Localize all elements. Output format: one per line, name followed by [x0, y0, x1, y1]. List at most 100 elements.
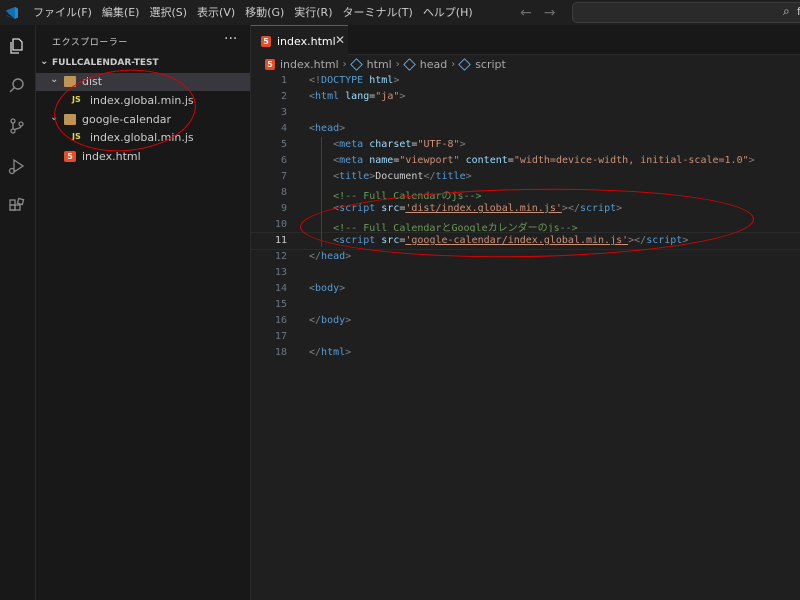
html-file-icon: 5	[64, 151, 76, 162]
chevron-right-icon: ›	[395, 58, 400, 70]
tree-item-label: index.global.min.js	[90, 131, 194, 144]
menu-go[interactable]: 移動(G)	[240, 0, 289, 25]
tree-item-google-calendar-js[interactable]: JS index.global.min.js	[36, 129, 250, 147]
menu-edit[interactable]: 編集(E)	[97, 0, 145, 25]
tree-item-dist-js[interactable]: JS index.global.min.js	[36, 92, 250, 110]
close-icon[interactable]: ✕	[335, 33, 345, 47]
line-number: 2	[280, 91, 287, 102]
line-number: 15	[274, 299, 287, 310]
line-number: 6	[280, 155, 287, 166]
code-line: 12 </head>	[251, 249, 800, 265]
breadcrumb-item-script[interactable]: script	[458, 57, 506, 71]
code-line: 13	[251, 265, 800, 281]
code-text: <html lang="ja">	[309, 91, 406, 102]
breadcrumb-item-file[interactable]: 5 index.html ›	[265, 58, 351, 71]
tree-item-label: dist	[82, 75, 103, 88]
tree-item-label: google-calendar	[82, 113, 172, 126]
code-line: 10 <!-- Full CalendarとGoogleカレンダーのjs-->	[251, 217, 800, 234]
menu-run[interactable]: 実行(R)	[289, 0, 337, 25]
breadcrumb-label: script	[475, 57, 506, 71]
html-file-icon: 5	[265, 58, 275, 70]
line-number: 12	[274, 251, 287, 262]
activity-bar	[0, 25, 36, 600]
source-control-icon[interactable]	[5, 114, 29, 138]
line-number: 17	[274, 331, 287, 342]
chevron-down-icon: ⌄	[50, 112, 59, 123]
menu-terminal[interactable]: ターミナル(T)	[338, 0, 418, 25]
menu-file[interactable]: ファイル(F)	[28, 0, 97, 25]
tree-item-google-calendar[interactable]: ⌄ google-calendar	[36, 111, 250, 129]
element-cube-icon	[349, 57, 363, 71]
code-line: 7 <title>Document</title>	[251, 169, 800, 185]
editor-tab-bar: 5 index.html ✕	[251, 25, 800, 56]
tree-item-label: index.html	[82, 150, 141, 163]
line-number: 13	[274, 267, 287, 278]
forward-arrow-icon[interactable]: →	[544, 5, 556, 21]
code-text: </head>	[309, 251, 352, 262]
line-number: 14	[274, 283, 287, 294]
code-text: </html>	[309, 347, 352, 358]
title-bar: ファイル(F) 編集(E) 選択(S) 表示(V) 移動(G) 実行(R) ター…	[0, 0, 800, 25]
line-number: 1	[280, 75, 287, 86]
code-line: 3	[251, 105, 800, 121]
code-text: <!DOCTYPE html>	[309, 75, 400, 86]
code-line: 18 </html>	[251, 345, 800, 361]
files-icon[interactable]	[5, 34, 29, 58]
menu-view[interactable]: 表示(V)	[192, 0, 240, 25]
line-number: 9	[280, 203, 287, 214]
code-text: <script src='dist/index.global.min.js'><…	[333, 203, 623, 214]
line-number: 10	[274, 219, 287, 230]
breadcrumb-item-html[interactable]: html ›	[349, 57, 404, 71]
line-number: 5	[280, 139, 287, 150]
code-text: <meta charset="UTF-8">	[333, 139, 466, 150]
workspace-folder[interactable]: ⌄ FULLCALENDAR-TEST	[36, 56, 250, 72]
breadcrumb-label: html	[366, 57, 392, 71]
js-file-icon: JS	[72, 95, 81, 104]
code-line: 1 <!DOCTYPE html>	[251, 73, 800, 89]
search-icon[interactable]	[5, 74, 29, 98]
chevron-down-icon: ⌄	[50, 74, 59, 85]
tree-item-dist[interactable]: ⌄ dist	[36, 73, 250, 91]
code-line: 9 <script src='dist/index.global.min.js'…	[251, 201, 800, 217]
breadcrumb-label: head	[419, 57, 448, 71]
line-number: 8	[280, 187, 287, 198]
back-arrow-icon[interactable]: ←	[520, 5, 532, 21]
run-debug-icon[interactable]	[5, 154, 29, 178]
code-editor[interactable]: 1 <!DOCTYPE html> 2 <html lang="ja"> 3 4…	[251, 73, 800, 600]
breadcrumb-item-head[interactable]: head ›	[402, 57, 459, 71]
html-file-icon: 5	[261, 36, 271, 47]
command-center-search[interactable]: ⌕ f	[572, 2, 800, 23]
chevron-down-icon: ⌄	[40, 56, 49, 67]
nav-arrows: ← →	[520, 0, 555, 25]
folder-icon	[64, 114, 76, 125]
line-number: 4	[280, 123, 287, 134]
more-actions-icon[interactable]: ···	[224, 31, 237, 47]
tree-item-label: index.global.min.js	[90, 94, 194, 107]
extensions-icon[interactable]	[5, 194, 29, 218]
tab-index-html[interactable]: 5 index.html ✕	[251, 25, 348, 56]
search-icon: ⌕	[783, 4, 790, 18]
line-number: 11	[274, 235, 287, 246]
folder-icon	[64, 76, 76, 87]
tree-item-index-html[interactable]: 5 index.html	[36, 148, 250, 166]
chevron-right-icon: ›	[342, 58, 347, 70]
code-line: 4 <head>	[251, 121, 800, 137]
code-line: 14 <body>	[251, 281, 800, 297]
menu-selection[interactable]: 選択(S)	[144, 0, 192, 25]
menu-help[interactable]: ヘルプ(H)	[418, 0, 478, 25]
code-text: <head>	[309, 123, 346, 134]
code-line-active: 11 <script src='google-calendar/index.gl…	[251, 232, 800, 250]
code-text: <script src='google-calendar/index.globa…	[333, 235, 689, 246]
code-line: 17	[251, 329, 800, 345]
code-text: <title>Document</title>	[333, 171, 472, 182]
breadcrumb-label: index.html	[280, 57, 339, 71]
chevron-right-icon: ›	[451, 58, 456, 70]
explorer-sidebar: エクスプローラー ··· ⌄ FULLCALENDAR-TEST ⌄ dist …	[36, 25, 251, 600]
line-number: 16	[274, 315, 287, 326]
tab-label: index.html	[277, 35, 336, 48]
element-cube-icon	[458, 57, 471, 71]
code-line: 2 <html lang="ja">	[251, 89, 800, 105]
code-text: <meta name="viewport" content="width=dev…	[333, 155, 755, 166]
line-number: 18	[274, 347, 287, 358]
code-line: 15	[251, 297, 800, 313]
